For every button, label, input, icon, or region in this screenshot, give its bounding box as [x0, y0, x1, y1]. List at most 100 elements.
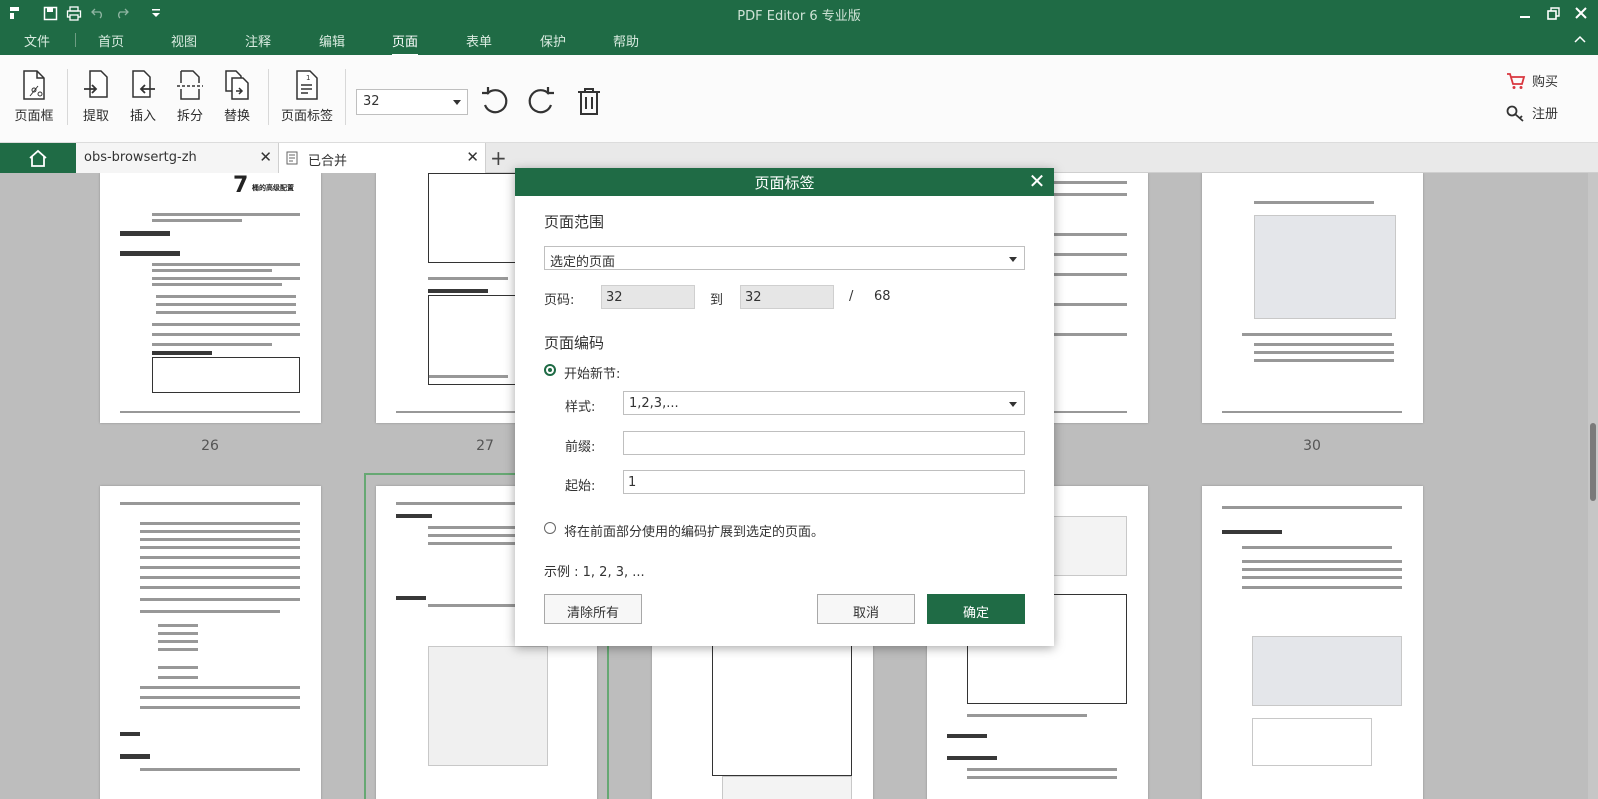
tab-obs-browsertg-zh[interactable]: obs-browsertg-zh ✕	[76, 143, 279, 173]
page-range-select[interactable]: 选定的页面	[544, 246, 1025, 270]
delete-icon[interactable]	[573, 85, 605, 117]
title-bar: PDF Editor 6 专业版	[0, 0, 1598, 26]
window-controls	[1512, 2, 1594, 24]
page-box-icon	[23, 70, 45, 100]
start-new-section-radio[interactable]	[544, 364, 556, 376]
extend-numbering-radio[interactable]	[544, 522, 556, 534]
page-box-button[interactable]: 页面框	[6, 69, 62, 124]
total-pages: 68	[874, 289, 891, 304]
page-number-label: 页码:	[544, 293, 575, 308]
start-label: 起始:	[565, 479, 596, 494]
ribbon-divider	[268, 69, 269, 125]
numbering-style-value: 1,2,3,...	[629, 396, 679, 411]
app-title: PDF Editor 6 专业版	[737, 9, 861, 24]
chapter-number: 7	[233, 173, 249, 198]
page-number-label: 30	[1303, 438, 1321, 454]
insert-icon	[132, 70, 155, 98]
menu-annotate[interactable]: 注释	[245, 31, 271, 50]
to-page-field[interactable]: 32	[740, 285, 834, 309]
page-box-label: 页面框	[14, 109, 54, 124]
menu-divider	[75, 33, 76, 47]
page-number-value: 32	[363, 94, 380, 109]
extract-label: 提取	[82, 109, 109, 124]
start-number-field[interactable]: 1	[623, 470, 1025, 494]
rotate-right-icon[interactable]	[525, 85, 557, 117]
ribbon-toolbar: 页面框 提取 插入 拆分 替换 1 页面标签 32 购买 注册	[0, 55, 1598, 143]
chevron-down-icon	[1009, 257, 1017, 262]
close-tab-icon[interactable]: ✕	[259, 148, 272, 166]
prefix-field[interactable]	[623, 431, 1025, 455]
close-dialog-icon[interactable]: ✕	[1026, 170, 1048, 192]
replace-label: 替换	[223, 109, 250, 124]
menu-bar: 文件 首页 视图 注释 编辑 页面 表单 保护 帮助	[0, 26, 1598, 56]
svg-text:1: 1	[306, 74, 310, 82]
clear-all-button[interactable]: 清除所有	[544, 594, 642, 624]
page-number-select[interactable]: 32	[356, 89, 468, 115]
chapter-title: 桶的高级配置	[252, 184, 294, 192]
example-text: 示例 : 1, 2, 3, ...	[544, 565, 645, 580]
page-labels-label: 页面标签	[280, 109, 333, 124]
home-tab[interactable]	[0, 143, 76, 173]
home-icon	[29, 149, 47, 167]
menu-view[interactable]: 视图	[171, 31, 197, 50]
buy-label: 购买	[1532, 75, 1559, 90]
close-tab-icon[interactable]: ✕	[466, 148, 479, 166]
menu-edit[interactable]: 编辑	[319, 31, 345, 50]
replace-icon	[225, 70, 249, 100]
menu-file[interactable]: 文件	[24, 31, 50, 50]
menu-protect[interactable]: 保护	[540, 31, 566, 50]
menu-help[interactable]: 帮助	[613, 31, 639, 50]
page-number-label: 26	[201, 438, 219, 454]
from-page-field[interactable]: 32	[601, 285, 695, 309]
add-tab-icon[interactable]: +	[490, 146, 507, 170]
ribbon-divider	[345, 69, 346, 125]
menu-form[interactable]: 表单	[466, 31, 492, 50]
cart-icon	[1507, 72, 1526, 89]
page-range-heading: 页面范围	[544, 213, 605, 231]
menu-page[interactable]: 页面	[392, 31, 419, 56]
tab-label: obs-browsertg-zh	[84, 150, 197, 165]
split-icon	[177, 70, 203, 100]
close-icon[interactable]	[1568, 2, 1594, 24]
page-labels-button[interactable]: 1 页面标签	[279, 69, 335, 124]
style-label: 样式:	[565, 400, 596, 415]
dialog-title: 页面标签	[515, 168, 1054, 196]
page-range-value: 选定的页面	[550, 255, 616, 270]
collapse-ribbon-icon[interactable]	[1574, 32, 1586, 47]
extract-icon	[84, 70, 108, 98]
cancel-button[interactable]: 取消	[817, 594, 915, 624]
split-label: 拆分	[176, 109, 203, 124]
chevron-down-icon	[453, 100, 461, 105]
vertical-scrollbar[interactable]	[1588, 173, 1598, 799]
tab-label: 已合并	[308, 154, 348, 169]
register-link[interactable]: 注册	[1506, 103, 1558, 122]
document-icon	[286, 151, 298, 165]
ok-button[interactable]: 确定	[927, 594, 1025, 624]
restore-icon[interactable]	[1540, 2, 1566, 24]
chevron-down-icon	[1009, 402, 1017, 407]
page-thumbnail[interactable]	[1202, 486, 1423, 799]
page-labels-dialog: 页面标签 ✕ 页面范围 选定的页面 页码: 32 到 32 / 68 页面编码 …	[515, 168, 1054, 646]
buy-link[interactable]: 购买	[1506, 71, 1558, 90]
rotate-left-icon[interactable]	[479, 85, 511, 117]
insert-label: 插入	[129, 109, 156, 124]
menu-home[interactable]: 首页	[98, 31, 124, 50]
prefix-label: 前缀:	[565, 440, 596, 455]
replace-button[interactable]: 替换	[209, 69, 265, 124]
page-thumbnail[interactable]	[1202, 173, 1423, 423]
page-numbering-heading: 页面编码	[544, 334, 605, 352]
page-number-label: 27	[476, 438, 494, 454]
page-thumbnail[interactable]	[100, 486, 321, 799]
page-thumbnail[interactable]: 7 桶的高级配置	[100, 173, 321, 423]
register-label: 注册	[1532, 107, 1559, 122]
to-label: 到	[710, 293, 724, 308]
extend-numbering-label: 将在前面部分使用的编码扩展到选定的页面。	[564, 525, 825, 540]
key-icon	[1506, 105, 1524, 122]
numbering-style-select[interactable]: 1,2,3,...	[623, 391, 1025, 415]
start-new-section-label: 开始新节:	[564, 367, 621, 382]
page-labels-icon: 1	[296, 70, 318, 100]
minimize-icon[interactable]	[1512, 2, 1538, 24]
page-separator: /	[849, 289, 854, 304]
tab-merged[interactable]: 已合并 ✕	[279, 143, 486, 173]
scrollbar-thumb[interactable]	[1590, 423, 1596, 501]
